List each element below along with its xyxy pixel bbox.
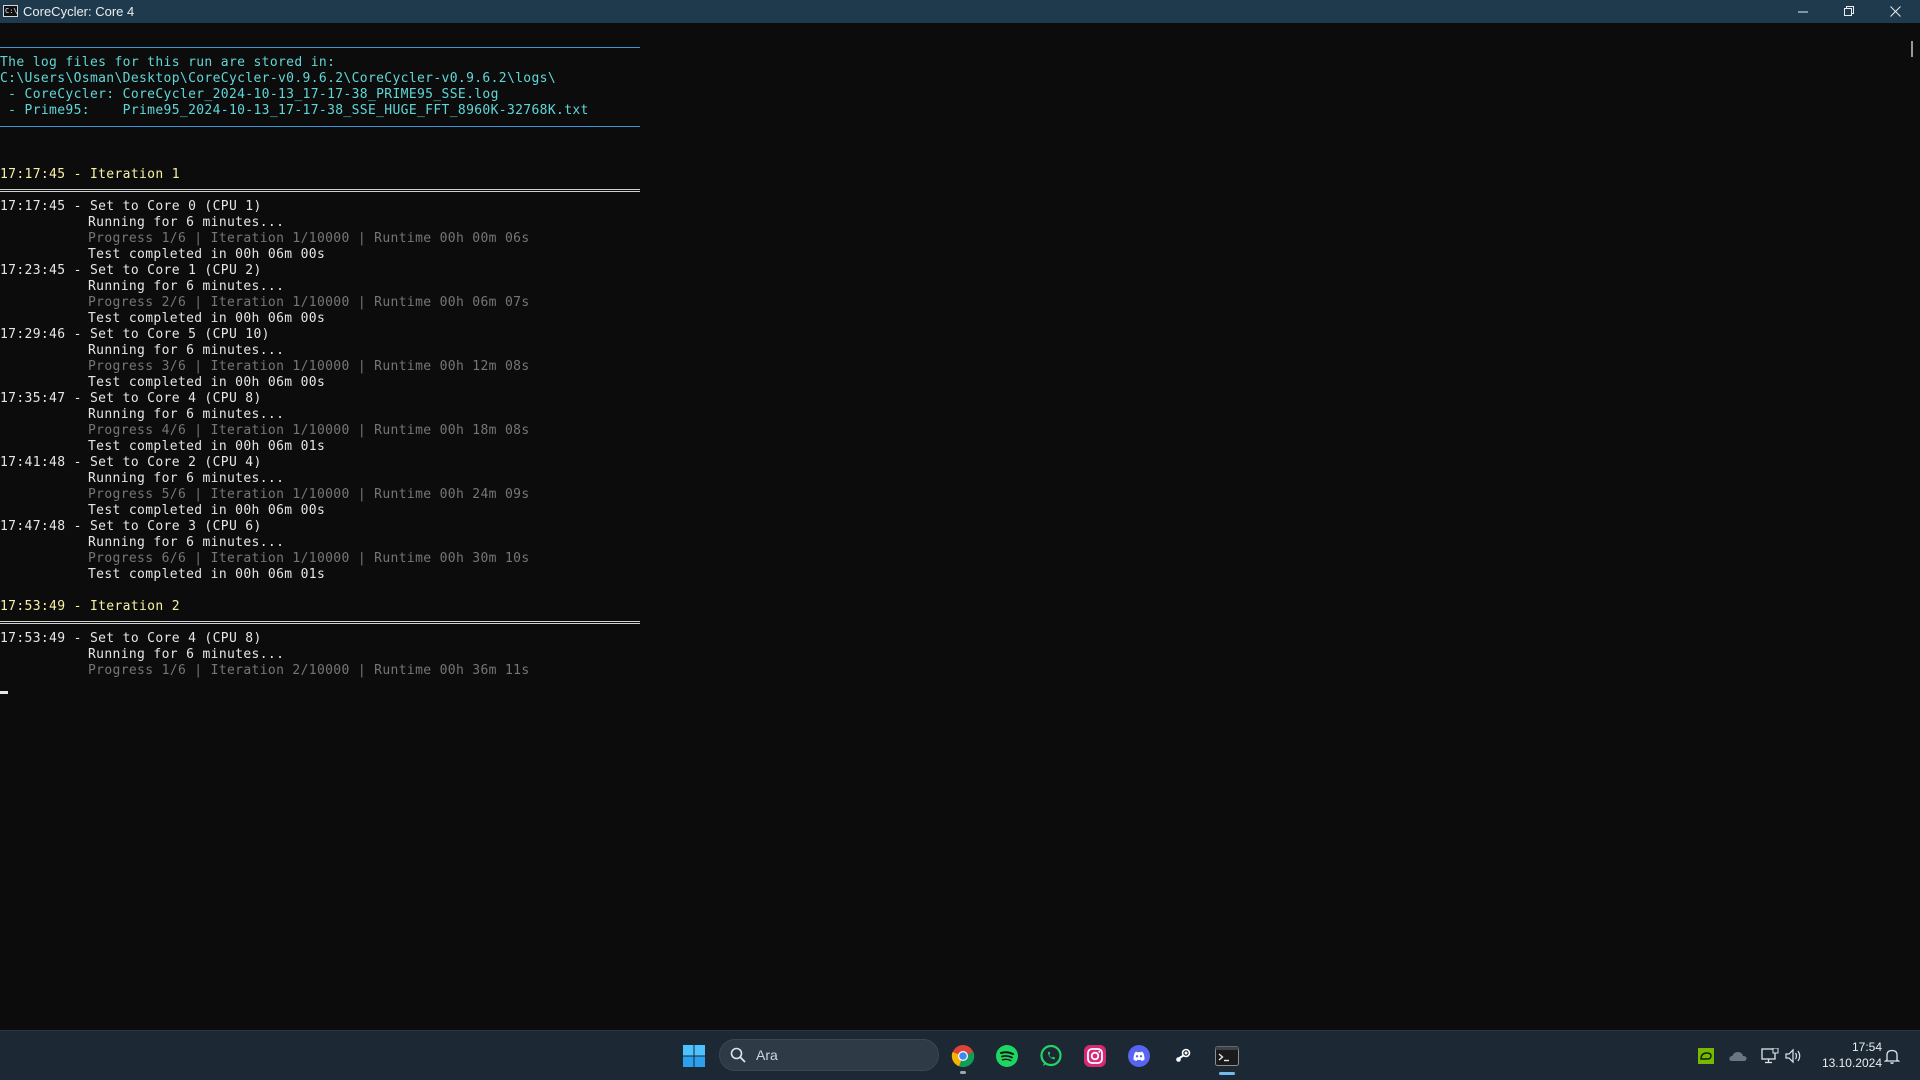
chrome-icon [951, 1045, 975, 1068]
text-cursor [0, 691, 8, 694]
iteration-heading: 17:53:49 - Iteration 2 [0, 599, 180, 614]
completed-line: Test completed in 00h 06m 00s [88, 311, 326, 326]
progress-line: Progress 6/6 | Iteration 1/10000 | Runti… [88, 551, 530, 566]
header-separator-top [0, 47, 640, 48]
core-set-line: 17:29:46 - Set to Core 5 (CPU 10) [0, 327, 270, 342]
core-set-line: 17:53:49 - Set to Core 4 (CPU 8) [0, 631, 262, 646]
iteration-separator [0, 189, 640, 192]
onedrive-icon [1729, 1052, 1747, 1061]
header-separator-bottom [0, 126, 640, 127]
console-app-icon: C:\ [3, 5, 18, 17]
nvidia-icon [1698, 1048, 1714, 1064]
taskbar-instagram[interactable] [1075, 1036, 1115, 1076]
console-scrollbar[interactable] [1905, 23, 1920, 1030]
taskbar: Ara 17:54 13.10.2024 [0, 1030, 1920, 1080]
restore-button[interactable] [1826, 0, 1872, 23]
log-location-label: The log files for this run are stored in… [0, 55, 336, 70]
iteration-separator [0, 621, 640, 624]
scrollbar-thumb[interactable] [1911, 41, 1913, 57]
core-set-line: 17:17:45 - Set to Core 0 (CPU 1) [0, 199, 262, 214]
start-button[interactable] [674, 1036, 714, 1076]
tray-nvidia[interactable] [1697, 1047, 1715, 1065]
running-line: Running for 6 minutes... [88, 407, 285, 422]
taskbar-terminal[interactable] [1207, 1036, 1247, 1076]
prime95-log-file: - Prime95: Prime95_2024-10-13_17-17-38_S… [0, 103, 589, 118]
corecycler-log-file: - CoreCycler: CoreCycler_2024-10-13_17-1… [0, 87, 499, 102]
progress-line: Progress 3/6 | Iteration 1/10000 | Runti… [88, 359, 530, 374]
clock-date: 13.10.2024 [1821, 1056, 1882, 1070]
notification-bell-icon [1884, 1049, 1900, 1064]
progress-line: Progress 2/6 | Iteration 1/10000 | Runti… [88, 295, 530, 310]
volume-icon [1785, 1048, 1801, 1064]
clock-time: 17:54 [1851, 1040, 1882, 1054]
core-set-line: 17:41:48 - Set to Core 2 (CPU 4) [0, 455, 262, 470]
progress-line: Progress 4/6 | Iteration 1/10000 | Runti… [88, 423, 530, 438]
console-output[interactable]: The log files for this run are stored in… [0, 23, 1905, 1030]
completed-line: Test completed in 00h 06m 01s [88, 439, 326, 454]
tray-onedrive[interactable] [1729, 1047, 1747, 1065]
running-line: Running for 6 minutes... [88, 279, 285, 294]
search-icon [730, 1047, 746, 1063]
restore-icon [1843, 6, 1854, 16]
active-window-indicator [1219, 1072, 1235, 1075]
taskbar-chrome[interactable] [943, 1036, 983, 1076]
terminal-icon [1215, 1046, 1239, 1066]
tray-volume[interactable] [1785, 1047, 1803, 1065]
core-set-line: 17:47:48 - Set to Core 3 (CPU 6) [0, 519, 262, 534]
core-set-line: 17:35:47 - Set to Core 4 (CPU 8) [0, 391, 262, 406]
start-icon [683, 1045, 705, 1067]
network-icon [1761, 1048, 1779, 1064]
discord-icon [1128, 1045, 1150, 1067]
progress-line: Progress 1/6 | Iteration 1/10000 | Runti… [88, 231, 530, 246]
core-set-line: 17:23:45 - Set to Core 1 (CPU 2) [0, 263, 262, 278]
taskbar-whatsapp[interactable] [1031, 1036, 1071, 1076]
tray-notifications[interactable] [1883, 1047, 1901, 1065]
running-indicator [960, 1071, 966, 1074]
instagram-icon [1084, 1045, 1106, 1067]
steam-icon [1172, 1045, 1194, 1067]
running-line: Running for 6 minutes... [88, 471, 285, 486]
title-bar[interactable]: C:\ CoreCycler: Core 4 [0, 0, 1920, 23]
completed-line: Test completed in 00h 06m 00s [88, 247, 326, 262]
progress-line: Progress 5/6 | Iteration 1/10000 | Runti… [88, 487, 530, 502]
search-placeholder: Ara [756, 1047, 778, 1063]
running-line: Running for 6 minutes... [88, 343, 285, 358]
iteration-heading: 17:17:45 - Iteration 1 [0, 167, 180, 182]
running-line: Running for 6 minutes... [88, 535, 285, 550]
tray-network[interactable] [1761, 1047, 1779, 1065]
window-title: CoreCycler: Core 4 [23, 4, 135, 19]
whatsapp-icon [1040, 1044, 1062, 1067]
taskbar-clock[interactable]: 17:54 13.10.2024 [1822, 1039, 1882, 1071]
completed-line: Test completed in 00h 06m 01s [88, 567, 326, 582]
minimize-icon [1797, 11, 1808, 13]
close-button[interactable] [1872, 0, 1918, 23]
running-line: Running for 6 minutes... [88, 647, 285, 662]
log-directory-path: C:\Users\Osman\Desktop\CoreCycler-v0.9.6… [0, 71, 557, 86]
close-icon [1889, 6, 1901, 17]
spotify-icon [996, 1045, 1018, 1067]
minimize-button[interactable] [1780, 0, 1826, 23]
completed-line: Test completed in 00h 06m 00s [88, 375, 326, 390]
running-line: Running for 6 minutes... [88, 215, 285, 230]
taskbar-search[interactable]: Ara [719, 1039, 939, 1071]
completed-line: Test completed in 00h 06m 00s [88, 503, 326, 518]
taskbar-steam[interactable] [1163, 1036, 1203, 1076]
taskbar-spotify[interactable] [987, 1036, 1027, 1076]
progress-line: Progress 1/6 | Iteration 2/10000 | Runti… [88, 663, 530, 678]
taskbar-discord[interactable] [1119, 1036, 1159, 1076]
